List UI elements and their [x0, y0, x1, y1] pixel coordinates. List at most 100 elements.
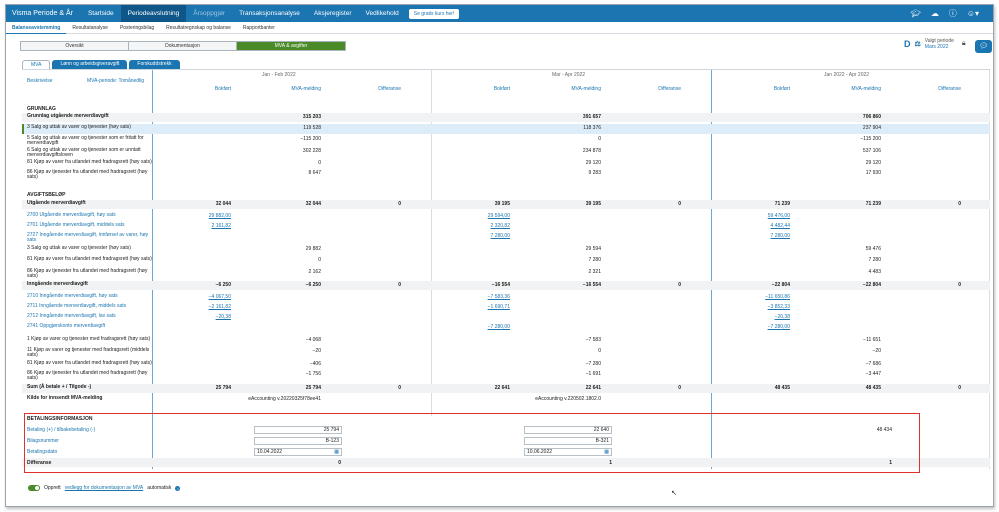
- row-label[interactable]: 2700 Utgående merverdiavgift, høy sats: [27, 212, 152, 218]
- col-header-mva-p2[interactable]: MVA-melding: [542, 86, 601, 92]
- table-row[interactable]: 11 Kjøp av varer og tjenester med fradra…: [22, 347, 990, 358]
- period-selector[interactable]: D ⚖︎ Valgt periode Mars 2022 🔒︎: [904, 38, 966, 50]
- cell-bokfort-p2[interactable]: −7 280,00: [451, 324, 510, 330]
- col-header-bokfort-p2[interactable]: Bokført: [451, 86, 510, 92]
- segment-oversikt[interactable]: Oversikt: [21, 42, 129, 50]
- row-label[interactable]: 2711 Inngående merverdiavgift, middels s…: [27, 303, 152, 309]
- betaling-input-p2[interactable]: 22 640: [524, 426, 612, 434]
- table-row[interactable]: 81 Kjøp av varer fra utlandet med fradra…: [22, 159, 990, 168]
- segment-dokumentasjon[interactable]: Dokumentasjon: [129, 42, 237, 50]
- cell-bokfort-total[interactable]: 7 280,00: [731, 233, 790, 239]
- sub-navigation: Balanseavstemming Resultatanalyse Poster…: [6, 22, 993, 34]
- calendar-icon[interactable]: ▦: [604, 449, 609, 455]
- table-row[interactable]: 3 Salg og uttak av varer og tjenester (h…: [22, 124, 990, 134]
- table-row[interactable]: 2700 Utgående merverdiavgift, høy sats 29…: [22, 212, 990, 221]
- row-label[interactable]: 2712 Inngående merverdiavgift, lav sats: [27, 313, 152, 319]
- help-icon[interactable]: ⓘ: [949, 8, 957, 19]
- bilag-input-p2[interactable]: B-321: [524, 437, 612, 445]
- chat-button[interactable]: 💬︎: [975, 40, 992, 53]
- subnav-rapportbanter[interactable]: Rapportbanter: [237, 22, 281, 34]
- col-header-diff-p2[interactable]: Differanse: [622, 86, 681, 92]
- refresh-cloud-icon[interactable]: ☁︎: [931, 9, 939, 18]
- mva-period-header[interactable]: MVA-periode: Tomånedlig: [87, 78, 144, 84]
- row-label[interactable]: 2710 Inngående merverdiavgift, høy sats: [27, 293, 152, 299]
- scale-icon[interactable]: ⚖︎: [915, 40, 921, 48]
- cell-bokfort-total[interactable]: 59 476,00: [731, 213, 790, 219]
- lock-icon[interactable]: 🔒︎: [962, 40, 966, 48]
- col-header-diff-total[interactable]: Differanse: [902, 86, 961, 92]
- row-label[interactable]: 2741 Oppgjørskonto merverdiavgift: [27, 323, 152, 329]
- free-course-button[interactable]: Se gratis kurs her!: [408, 8, 460, 19]
- cell-bokfort-total[interactable]: −7 280,00: [731, 324, 790, 330]
- col-header-diff-p1[interactable]: Differanse: [342, 86, 401, 92]
- col-header-mva-p1[interactable]: MVA-melding: [262, 86, 321, 92]
- nav-transaksjonsanalyse[interactable]: Transaksjonsanalyse: [232, 5, 307, 22]
- table-row[interactable]: 1 Kjøp av varer og tjenester med fradrag…: [22, 336, 990, 345]
- dato-input-p1[interactable]: 10.04.2022 ▦: [254, 448, 342, 456]
- table-row[interactable]: 86 Kjøp av tjenester fra utlandet med fr…: [22, 370, 990, 381]
- bilag-input-p1[interactable]: B-123: [254, 437, 342, 445]
- table-row[interactable]: 2710 Inngående merverdiavgift, høy sats −…: [22, 293, 990, 302]
- dato-input-p2[interactable]: 10.06.2022 ▦: [524, 448, 612, 456]
- info-icon[interactable]: i: [175, 485, 181, 491]
- table-row[interactable]: Grunnlag utgående merverdiavgift 315 203 3…: [22, 113, 990, 122]
- graduation-cap-icon[interactable]: 🎓︎: [911, 9, 921, 18]
- table-row[interactable]: 5 Salg og uttak av varer og tjenester so…: [22, 135, 990, 146]
- app-brand[interactable]: Visma Periode & År: [6, 10, 81, 17]
- cell-bokfort-total[interactable]: −20,38: [731, 314, 790, 320]
- table-row[interactable]: Sum (Å betale + / Tilgode -) 25 794 25 794…: [22, 384, 990, 393]
- tab-mva[interactable]: MVA: [22, 60, 51, 69]
- cell-bokfort-p1[interactable]: −20,38: [172, 314, 231, 320]
- subnav-resultatregnskap[interactable]: Resultatregnskap og balanse: [160, 22, 237, 34]
- tab-forskuddstrekk[interactable]: Forskuddstrekk: [129, 60, 180, 69]
- footer-bar: Opprett vedlegg for dokumentasjon av MVA…: [28, 485, 181, 491]
- desc-header[interactable]: Beskrivelse: [27, 78, 53, 84]
- tab-lonn[interactable]: Lønn og arbeidsgiveravgift: [52, 60, 128, 69]
- table-row[interactable]: 2712 Inngående merverdiavgift, lav sats −…: [22, 313, 990, 322]
- table-row[interactable]: Utgående merverdiavgift 32 044 32 044 0 39 1…: [22, 200, 990, 209]
- table-row[interactable]: 86 Kjøp av tjenester fra utlandet med fr…: [22, 169, 990, 180]
- col-header-mva-total[interactable]: MVA-melding: [822, 86, 881, 92]
- nav-vedlikehold[interactable]: Vedlikehold: [359, 5, 406, 22]
- betaling-input-p1[interactable]: 25 794: [254, 426, 342, 434]
- nav-periodeavslutning[interactable]: Periodeavslutning: [120, 5, 187, 22]
- table-row[interactable]: 3 Salg og uttak av varer og tjenester (h…: [22, 245, 990, 254]
- nav-startside[interactable]: Startside: [81, 5, 121, 22]
- table-row[interactable]: 86 Kjøp av tjenester fra utlandet med fr…: [22, 268, 990, 279]
- nav-aksjeregister[interactable]: Aksjeregister: [307, 5, 359, 22]
- cell-bokfort-p2[interactable]: 2 320,82: [451, 223, 510, 229]
- cell-bokfort-p1[interactable]: −2 161,82: [172, 304, 231, 310]
- cell-bokfort-p1[interactable]: −4 067,50: [172, 294, 231, 300]
- table-row[interactable]: 81 Kjøp av varer fra utlandet med fradra…: [22, 360, 990, 369]
- cell-bokfort-p2[interactable]: 7 280,00: [451, 233, 510, 239]
- row-label[interactable]: 2701 Utgående merverdiavgift, middels sa…: [27, 222, 152, 228]
- cell-bokfort-total[interactable]: −11 650,86: [731, 294, 790, 300]
- footer-link[interactable]: vedlegg for dokumentasjon av MVA: [65, 485, 144, 491]
- col-header-bokfort-p1[interactable]: Bokført: [172, 86, 231, 92]
- nav-arsoppgjor[interactable]: Årsoppgjør: [186, 5, 232, 22]
- cell-bokfort-p2[interactable]: 29 594,00: [451, 213, 510, 219]
- auto-attach-toggle[interactable]: [28, 485, 40, 491]
- cell-bokfort-p2[interactable]: −7 583,36: [451, 294, 510, 300]
- table-row[interactable]: 81 Kjøp av varer fra utlandet med fradra…: [22, 256, 990, 267]
- cell-bokfort-total[interactable]: −3 852,33: [731, 304, 790, 310]
- cell-bokfort-p1[interactable]: 29 882,00: [172, 213, 231, 219]
- calendar-icon[interactable]: ▦: [334, 449, 339, 455]
- row-label[interactable]: 2727 Inngående merverdiavgift, innførsel…: [27, 232, 152, 243]
- cell-bokfort-p2[interactable]: −1 690,71: [451, 304, 510, 310]
- segment-mva-avgifter[interactable]: MVA & avgifter: [237, 42, 345, 50]
- table-row[interactable]: 2727 Inngående merverdiavgift, innførsel…: [22, 232, 990, 244]
- table-row[interactable]: 6 Salg og uttak av varer og tjenester so…: [22, 147, 990, 158]
- table-row[interactable]: 2711 Inngående merverdiavgift, middels s…: [22, 303, 990, 312]
- table-row[interactable]: Kilde for innsendt MVA-melding eAccountin…: [22, 395, 990, 404]
- subnav-resultatanalyse[interactable]: Resultatanalyse: [66, 22, 114, 34]
- user-icon[interactable]: ☺︎▾: [967, 9, 979, 18]
- col-header-bokfort-total[interactable]: Bokført: [731, 86, 790, 92]
- subnav-balanseavstemming[interactable]: Balanseavstemming: [6, 22, 67, 34]
- subnav-posteringsbilag[interactable]: Posteringsbilag: [114, 22, 160, 34]
- table-row[interactable]: Inngående merverdiavgift −6 250 −6 250 0 −16…: [22, 281, 990, 290]
- cell-bokfort-total[interactable]: 4 482,44: [731, 223, 790, 229]
- table-row[interactable]: 2741 Oppgjørskonto merverdiavgift −7 280,…: [22, 323, 990, 332]
- cell-bokfort-p1[interactable]: 2 161,82: [172, 223, 231, 229]
- table-row[interactable]: 2701 Utgående merverdiavgift, middels sa…: [22, 222, 990, 231]
